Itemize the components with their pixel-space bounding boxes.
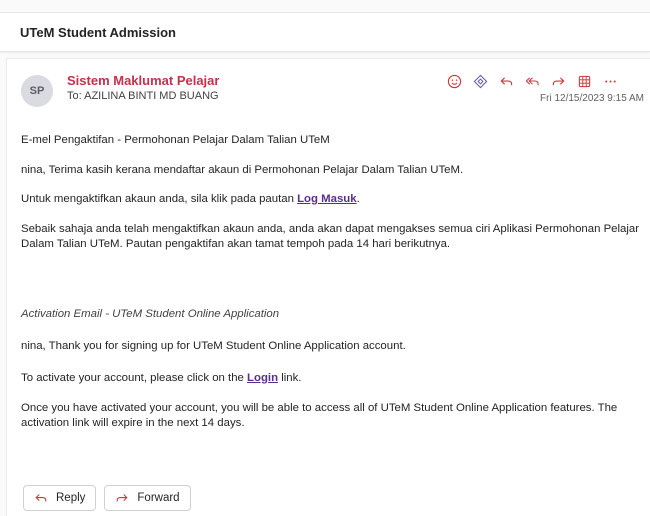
- malay-thanks: nina, Terima kasih kerana mendaftar akau…: [21, 164, 464, 176]
- forward-icon: [117, 494, 128, 502]
- recipient-line: To: AZILINA BINTI MD BUANG: [67, 90, 219, 102]
- sender-name[interactable]: Sistem Maklumat Pelajar: [67, 73, 219, 88]
- malay-activate-line: Untuk mengaktifkan akaun anda, sila klik…: [21, 192, 360, 207]
- malay-activate-prefix: Untuk mengaktifkan akaun anda, sila klik…: [21, 193, 298, 205]
- apps-icon: [578, 75, 590, 87]
- reply-all-button[interactable]: [519, 71, 545, 91]
- malay-heading: E-mel Pengaktifan - Permohonan Pelajar D…: [21, 134, 330, 146]
- email-reading-pane: UTeM Student Admission SP Sistem Makluma…: [0, 0, 650, 516]
- email-subject: UTeM Student Admission: [20, 25, 176, 40]
- avatar[interactable]: SP: [21, 75, 53, 107]
- forward-action-button[interactable]: Forward: [104, 485, 191, 511]
- message-timestamp: Fri 12/15/2023 9:15 AM: [540, 93, 644, 104]
- malay-activate-suffix: .: [356, 193, 360, 205]
- english-info: Once you have activated your account, yo…: [21, 402, 618, 429]
- reply-button[interactable]: [493, 71, 519, 91]
- smile-icon: [447, 74, 461, 88]
- log-masuk-link[interactable]: Log Masuk: [297, 193, 357, 205]
- english-heading: Activation Email - UTeM Student Online A…: [21, 308, 280, 320]
- forward-button[interactable]: [545, 71, 571, 91]
- english-thanks: nina, Thank you for signing up for UTeM …: [21, 340, 406, 352]
- message-toolbar: [441, 71, 623, 91]
- login-link[interactable]: Login: [247, 372, 278, 384]
- message-actions: Reply Forward: [23, 485, 191, 511]
- apps-button[interactable]: [571, 71, 597, 91]
- subject-header: UTeM Student Admission: [0, 12, 650, 52]
- reply-all-icon: [525, 76, 539, 85]
- english-activate-line: To activate your account, please click o…: [21, 371, 301, 386]
- immersive-reader-button[interactable]: [467, 71, 493, 91]
- immersive-reader-icon: [473, 74, 487, 88]
- reply-action-button[interactable]: Reply: [23, 485, 97, 511]
- malay-info: Sebaik sahaja anda telah mengaktifkan ak…: [21, 223, 640, 250]
- reply-icon: [35, 494, 47, 502]
- more-actions-button[interactable]: [597, 71, 623, 91]
- emoji-reaction-button[interactable]: [441, 71, 467, 91]
- english-activate-prefix: To activate your account, please click o…: [21, 372, 248, 384]
- forward-label: Forward: [137, 492, 180, 504]
- forward-icon: [552, 76, 564, 85]
- reply-label: Reply: [56, 492, 86, 504]
- message-card: SP Sistem Maklumat Pelajar To: AZILINA B…: [6, 58, 650, 516]
- more-icon: [604, 79, 616, 83]
- english-activate-suffix: link.: [278, 372, 302, 384]
- reply-icon: [500, 76, 512, 85]
